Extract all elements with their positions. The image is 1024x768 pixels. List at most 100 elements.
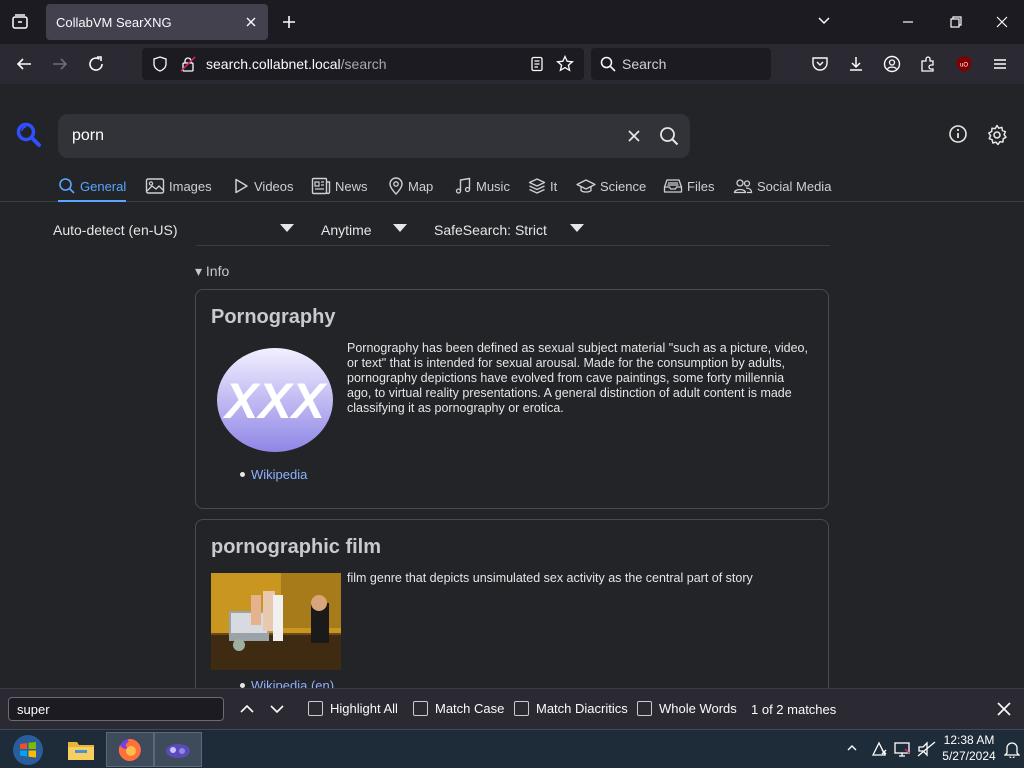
back-icon[interactable] <box>14 54 34 74</box>
forward-icon[interactable] <box>50 54 70 74</box>
map-pin-icon <box>388 177 404 195</box>
taskbar-collabvm[interactable] <box>154 732 202 767</box>
account-icon[interactable] <box>882 54 902 74</box>
download-icon[interactable] <box>846 54 866 74</box>
browser-tab[interactable]: CollabVM SearXNG <box>46 4 268 40</box>
find-next-icon[interactable] <box>269 701 285 717</box>
tab-label: General <box>80 179 127 194</box>
find-status: 1 of 2 matches <box>751 702 837 717</box>
tab-files[interactable]: Files <box>663 172 714 202</box>
tab-title: CollabVM SearXNG <box>56 14 172 30</box>
tab-music[interactable]: Music <box>454 172 510 202</box>
folder-icon <box>68 741 94 760</box>
match-case-checkbox[interactable]: Match Case <box>413 701 504 716</box>
graduation-cap-icon <box>576 177 596 195</box>
new-tab-icon[interactable] <box>278 11 300 33</box>
match-diacritics-checkbox[interactable]: Match Diacritics <box>514 701 628 716</box>
tab-social-media[interactable]: Social Media <box>733 172 831 202</box>
info-icon[interactable] <box>948 124 968 144</box>
clear-search-icon[interactable] <box>624 126 644 146</box>
checkbox[interactable] <box>308 701 323 716</box>
ublock-origin-icon[interactable]: uO <box>954 54 974 74</box>
info-toggle[interactable]: ▾ Info <box>195 263 229 280</box>
tab-label: Videos <box>254 179 294 194</box>
infobox-description: Pornography has been defined as sexual s… <box>347 341 808 415</box>
searxng-logo-icon[interactable] <box>16 122 42 148</box>
checkbox-label: Match Diacritics <box>536 701 628 716</box>
checkbox-label: Match Case <box>435 701 505 716</box>
infobox-photo <box>211 573 341 670</box>
chevron-down-icon[interactable] <box>816 12 832 28</box>
chevron-down-icon[interactable] <box>570 224 584 232</box>
whole-words-checkbox[interactable]: Whole Words <box>637 701 737 716</box>
tab-label: Music <box>476 179 510 194</box>
tray-expand-icon[interactable] <box>847 744 857 752</box>
search-submit-icon[interactable] <box>658 125 680 147</box>
taskbar-explorer[interactable] <box>57 732 105 767</box>
highlight-all-checkbox[interactable]: Highlight All <box>308 701 398 716</box>
taskbar: 12:38 AM 5/27/2024 <box>0 729 1024 768</box>
gear-icon[interactable] <box>986 124 1008 146</box>
reload-icon[interactable] <box>86 54 106 74</box>
tab-general[interactable]: General <box>58 172 127 202</box>
checkbox[interactable] <box>514 701 529 716</box>
tab-science[interactable]: Science <box>576 172 646 202</box>
tab-news[interactable]: News <box>311 172 368 202</box>
wikipedia-link[interactable]: Wikipedia <box>251 467 307 482</box>
url-bar[interactable]: search.collabnet.local/search <box>142 48 584 80</box>
clock-date[interactable]: 5/27/2024 <box>940 749 998 763</box>
tab-map[interactable]: Map <box>388 172 433 202</box>
safesearch-select[interactable]: SafeSearch: Strict <box>434 222 547 238</box>
infobox-image-text: XXX <box>222 373 328 429</box>
checkbox[interactable] <box>637 701 652 716</box>
search-icon <box>58 177 76 195</box>
extensions-icon[interactable] <box>918 54 938 74</box>
reader-view-icon[interactable] <box>529 56 545 72</box>
restore-icon[interactable] <box>946 12 966 32</box>
window-close-icon[interactable] <box>992 12 1012 32</box>
action-center-icon[interactable] <box>870 740 888 758</box>
svg-text:uO: uO <box>960 63 968 69</box>
close-tab-icon[interactable] <box>242 13 260 31</box>
infobox-title: Pornography <box>211 306 336 328</box>
notification-bell-icon[interactable] <box>1004 740 1020 758</box>
taskbar-firefox[interactable] <box>106 732 154 767</box>
language-select[interactable]: Auto-detect (en-US) <box>53 222 178 238</box>
pocket-icon[interactable] <box>810 54 830 74</box>
music-icon <box>454 177 472 195</box>
checkbox-label: Highlight All <box>330 701 398 716</box>
start-button[interactable] <box>4 732 52 767</box>
clock-time[interactable]: 12:38 AM <box>940 733 998 747</box>
chevron-down-icon[interactable] <box>393 224 407 232</box>
find-input[interactable]: super <box>8 697 224 721</box>
infobox: Pornography XXX Pornography has been def… <box>195 289 829 509</box>
find-previous-icon[interactable] <box>239 701 255 717</box>
file-tray-icon <box>663 177 683 195</box>
browser-search-bar[interactable]: Search <box>591 48 771 80</box>
menu-icon[interactable] <box>990 54 1010 74</box>
minimize-icon[interactable] <box>898 12 918 32</box>
nav-bar: search.collabnet.local/search Search uO <box>0 44 1024 84</box>
bookmark-star-icon[interactable] <box>556 55 574 73</box>
wikipedia-en-link[interactable]: Wikipedia (en) <box>251 678 334 688</box>
tab-it[interactable]: It <box>528 172 557 202</box>
network-icon[interactable] <box>893 740 911 758</box>
close-icon[interactable] <box>996 701 1012 717</box>
tab-images[interactable]: Images <box>145 172 212 202</box>
lock-warning-icon[interactable] <box>180 56 196 72</box>
checkbox[interactable] <box>413 701 428 716</box>
find-bar: super Highlight All Match Case Match Dia… <box>0 688 1024 729</box>
search-input[interactable]: porn <box>58 114 690 158</box>
tab-list-icon[interactable] <box>0 0 40 44</box>
search-filters: Auto-detect (en-US) Anytime SafeSearch: … <box>0 218 1024 248</box>
time-range-select[interactable]: Anytime <box>321 222 372 238</box>
searxng-page: porn General Images Videos News Map Musi… <box>0 84 1024 688</box>
volume-muted-icon[interactable] <box>917 740 937 758</box>
infobox-description: film genre that depicts unsimulated sex … <box>347 571 753 585</box>
bullet <box>240 472 245 477</box>
tab-label: Map <box>408 179 434 194</box>
search-icon <box>600 56 616 72</box>
tab-videos[interactable]: Videos <box>232 172 294 202</box>
shield-icon[interactable] <box>152 56 168 72</box>
chevron-down-icon[interactable] <box>280 224 294 232</box>
